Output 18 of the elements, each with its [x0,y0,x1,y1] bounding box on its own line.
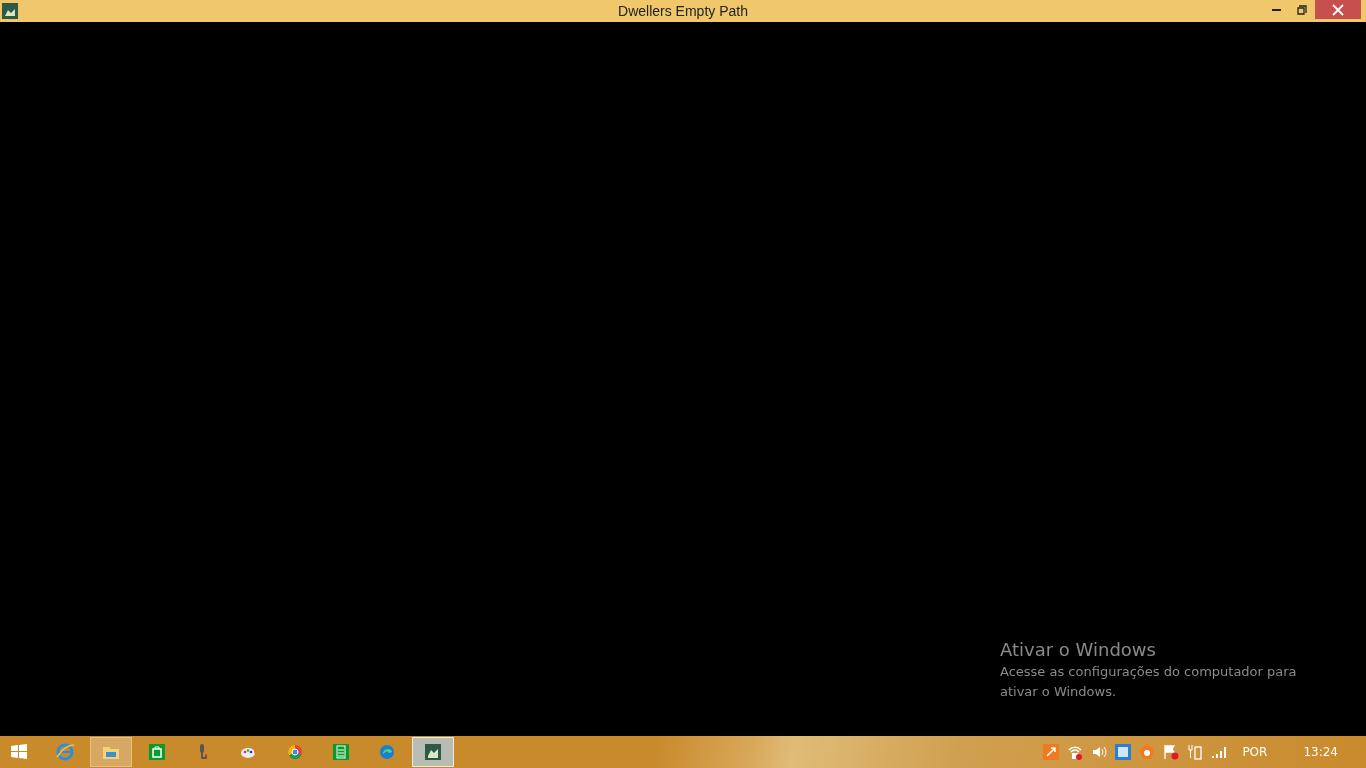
activation-message: Acesse as configurações do computador para ativar o Windows. [1000,663,1298,701]
window-title: Dwellers Empty Path [618,3,748,19]
shopping-bag-icon [147,742,167,762]
calculator-icon [331,742,351,762]
edge-browser-icon [377,742,397,762]
chrome-icon [285,742,305,762]
flag-icon[interactable] [1162,743,1181,761]
activation-title: Ativar o Windows [1000,639,1157,660]
windows-logo-icon [9,742,29,762]
close-icon [1332,3,1344,16]
letter-e-globe-icon [55,742,75,762]
minimize-icon [1271,8,1281,11]
clock[interactable]: 13:24 [1303,745,1338,759]
close-button[interactable] [1315,0,1361,19]
language-indicator[interactable]: POR [1242,745,1268,759]
battery-plug-icon[interactable] [1186,743,1205,761]
microphone-icon [199,744,207,760]
restore-icon [1297,4,1307,15]
